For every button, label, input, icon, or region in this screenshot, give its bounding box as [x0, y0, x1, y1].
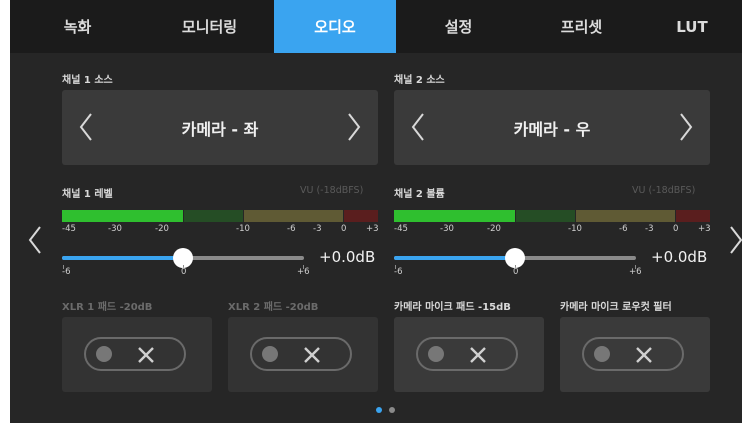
slider-scale-label: -6: [394, 267, 403, 277]
meter-scale-label: -10: [568, 224, 582, 234]
channel-1-db-value: +0.0dB: [319, 248, 376, 266]
meter-scale-label: 0: [341, 224, 347, 234]
meter-scale-label: -30: [440, 224, 454, 234]
meter-scale-label: -45: [62, 224, 76, 234]
camera-mic-lowcut-toggle[interactable]: [582, 337, 684, 371]
tab-lut[interactable]: LUT: [642, 0, 742, 53]
audio-content: 채널 1 소스 채널 2 소스 카메라 - 좌 카메라 - 우 채널 1 레벨 …: [10, 53, 742, 423]
slider-scale-label: 0: [181, 267, 187, 277]
page-indicator-dot-active[interactable]: [376, 407, 382, 413]
camera-mic-lowcut-toggle-card: [560, 317, 710, 392]
tab-setup[interactable]: 설정: [396, 0, 521, 53]
meter-scale-label: -6: [619, 224, 628, 234]
toggle-knob: [428, 346, 444, 362]
close-icon: [470, 347, 486, 363]
tab-bar: 녹화 모니터링 오디오 설정 프리셋 LUT: [10, 0, 742, 53]
chevron-left-icon[interactable]: [78, 112, 94, 142]
slider-scale-label: -6: [62, 267, 71, 277]
page-indicator-dot[interactable]: [389, 407, 395, 413]
meter-dark-green-segment: [516, 210, 575, 222]
channel-2-source-label: 채널 2 소스: [394, 75, 445, 86]
meter-red-segment: [344, 210, 378, 222]
tab-monitor[interactable]: 모니터링: [145, 0, 274, 53]
chevron-right-icon[interactable]: [346, 112, 362, 142]
meter-scale-label: 0: [673, 224, 679, 234]
meter-green-segment: [62, 210, 183, 222]
xlr-2-pad-label: XLR 2 패드 -20dB: [228, 302, 319, 313]
close-icon: [304, 347, 320, 363]
channel-2-vu-label: VU (-18dBFS): [632, 185, 696, 196]
close-icon: [636, 347, 652, 363]
xlr-1-pad-label: XLR 1 패드 -20dB: [62, 302, 153, 313]
meter-scale-label: -20: [487, 224, 501, 234]
meter-olive-segment: [244, 210, 343, 222]
channel-1-level-slider-fill: [62, 256, 183, 260]
slider-scale-label: 0: [513, 267, 519, 277]
channel-2-db-value: +0.0dB: [651, 248, 708, 266]
slider-scale-label: +6: [629, 267, 642, 277]
camera-mic-pad-toggle[interactable]: [416, 337, 518, 371]
close-icon: [138, 347, 154, 363]
camera-mic-lowcut-label: 카메라 마이크 로우컷 필터: [560, 302, 672, 313]
channel-2-source-selector: 카메라 - 우: [394, 90, 710, 165]
chevron-left-icon[interactable]: [410, 112, 426, 142]
xlr-2-pad-toggle[interactable]: [250, 337, 352, 371]
channel-1-vu-label: VU (-18dBFS): [300, 185, 364, 196]
toggle-knob: [594, 346, 610, 362]
audio-settings-screen: 녹화 모니터링 오디오 설정 프리셋 LUT 채널 1 소스 채널 2 소스 카…: [10, 0, 742, 423]
xlr-2-pad-toggle-card: [228, 317, 378, 392]
meter-olive-segment: [576, 210, 675, 222]
slider-scale-label: +6: [297, 267, 310, 277]
meter-dark-green-segment: [184, 210, 243, 222]
camera-mic-pad-toggle-card: [394, 317, 544, 392]
channel-1-vu-meter: [62, 210, 378, 222]
camera-mic-pad-label: 카메라 마이크 패드 -15dB: [394, 302, 511, 313]
toggle-knob: [262, 346, 278, 362]
channel-2-vu-meter: [394, 210, 710, 222]
xlr-1-pad-toggle[interactable]: [84, 337, 186, 371]
channel-2-level-slider-fill: [394, 256, 515, 260]
meter-scale-label: +3: [366, 224, 379, 234]
toggle-knob: [96, 346, 112, 362]
channel-1-source-value: 카메라 - 좌: [181, 119, 259, 139]
meter-scale-label: -20: [155, 224, 169, 234]
chevron-right-icon[interactable]: [678, 112, 694, 142]
meter-scale-label: -30: [108, 224, 122, 234]
channel-2-source-value: 카메라 - 우: [513, 119, 591, 139]
tab-presets[interactable]: 프리셋: [521, 0, 642, 53]
meter-green-segment: [394, 210, 515, 222]
previous-page-arrow-icon[interactable]: [27, 225, 43, 255]
meter-red-segment: [676, 210, 710, 222]
channel-1-level-label: 채널 1 레벨: [62, 189, 113, 200]
next-page-arrow-icon[interactable]: [728, 225, 742, 255]
channel-1-source-label: 채널 1 소스: [62, 75, 113, 86]
meter-scale-label: -45: [394, 224, 408, 234]
tab-audio[interactable]: 오디오: [274, 0, 396, 53]
tab-record[interactable]: 녹화: [10, 0, 145, 53]
channel-1-source-selector: 카메라 - 좌: [62, 90, 378, 165]
meter-scale-label: +3: [698, 224, 711, 234]
channel-2-level-label: 채널 2 볼륨: [394, 189, 445, 200]
xlr-1-pad-toggle-card: [62, 317, 212, 392]
meter-scale-label: -10: [236, 224, 250, 234]
meter-scale-label: -3: [313, 224, 322, 234]
meter-scale-label: -6: [287, 224, 296, 234]
meter-scale-label: -3: [645, 224, 654, 234]
